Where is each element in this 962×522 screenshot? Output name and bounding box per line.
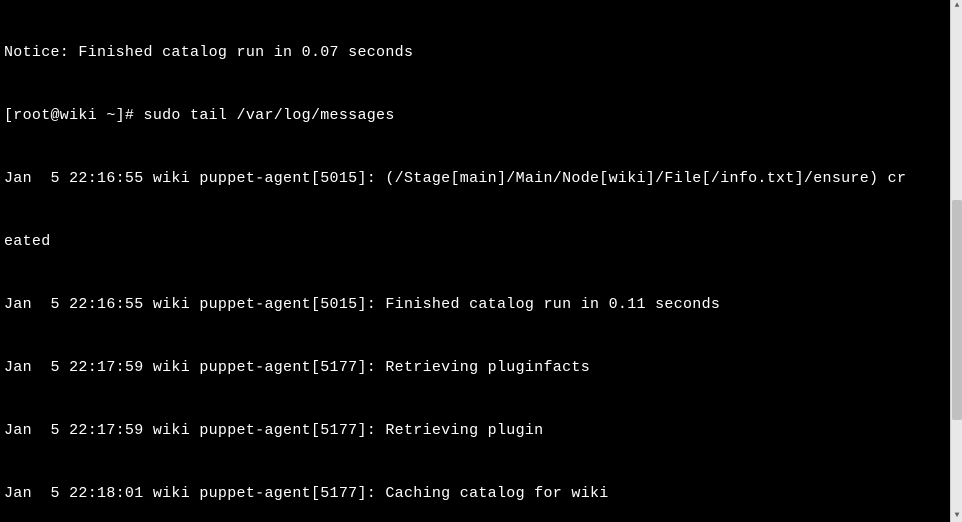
terminal-line: Jan 5 22:16:55 wiki puppet-agent[5015]: … — [4, 168, 946, 189]
scrollbar[interactable]: ▲ ▼ — [950, 0, 962, 522]
terminal-line: Jan 5 22:17:59 wiki puppet-agent[5177]: … — [4, 420, 946, 441]
scroll-down-icon[interactable]: ▼ — [951, 510, 962, 522]
scroll-up-icon[interactable]: ▲ — [951, 0, 962, 12]
terminal-line: Jan 5 22:17:59 wiki puppet-agent[5177]: … — [4, 357, 946, 378]
terminal-line: [root@wiki ~]# sudo tail /var/log/messag… — [4, 105, 946, 126]
scrollbar-thumb[interactable] — [952, 200, 962, 420]
terminal-line: Jan 5 22:18:01 wiki puppet-agent[5177]: … — [4, 483, 946, 504]
terminal-window[interactable]: Notice: Finished catalog run in 0.07 sec… — [0, 0, 950, 522]
terminal-line: eated — [4, 231, 946, 252]
terminal-line: Notice: Finished catalog run in 0.07 sec… — [4, 42, 946, 63]
terminal-line: Jan 5 22:16:55 wiki puppet-agent[5015]: … — [4, 294, 946, 315]
